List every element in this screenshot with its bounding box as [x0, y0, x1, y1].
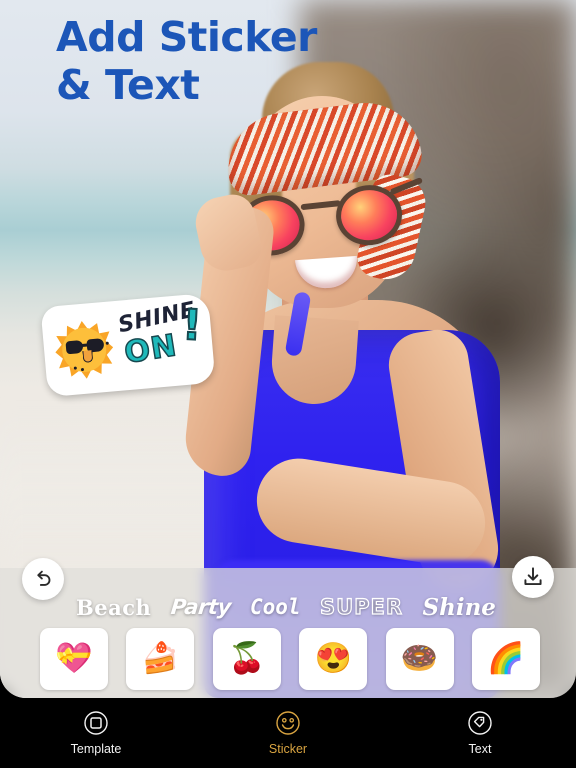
sticker-picker-row[interactable]: 💝 🍰 🍒 😍 🍩 🌈: [40, 628, 540, 690]
smiley-face-icon: [276, 711, 300, 735]
nav-item-sticker[interactable]: Sticker: [192, 710, 384, 756]
undo-button[interactable]: [22, 558, 64, 600]
undo-arrow-icon: [37, 570, 51, 586]
sticker-exclamation: !: [180, 299, 204, 351]
sun-lens-bridge: [81, 343, 89, 348]
sticker-item-cake-slice[interactable]: 🍰: [126, 628, 195, 690]
sun-lens-left: [65, 339, 84, 355]
text-style-beach[interactable]: Beach: [76, 595, 151, 620]
sticker-item-doughnut[interactable]: 🍩: [385, 628, 454, 690]
sticker-item-cherries[interactable]: 🍒: [212, 628, 281, 690]
nav-item-template[interactable]: Template: [0, 710, 192, 756]
text-style-row: Beach Party Cool SUPER Shine: [76, 590, 496, 624]
download-icon: [524, 567, 542, 586]
sticker-item-smiling-face-with-hearts[interactable]: 😍: [299, 628, 368, 690]
sticker-item-heart-with-ribbon[interactable]: 💝: [40, 628, 108, 690]
text-style-party[interactable]: Party: [169, 595, 231, 619]
app-root: SHINE ON ! Beach Party Cool SUPER Shine …: [0, 0, 576, 768]
nav-label-template: Template: [70, 742, 122, 756]
text-style-super[interactable]: SUPER: [319, 594, 403, 619]
editor-panel: Beach Party Cool SUPER Shine 💝 🍰 🍒 😍 🍩 🌈: [0, 556, 576, 698]
sticker-item-rainbow[interactable]: 🌈: [471, 628, 540, 690]
glasses-bridge: [300, 200, 341, 211]
nav-item-text[interactable]: Text: [384, 710, 576, 756]
bottom-navigation: Template Sticker Text: [0, 698, 576, 768]
nav-label-text: Text: [468, 742, 492, 756]
save-button[interactable]: [512, 556, 554, 598]
square-frame-icon: [84, 711, 108, 735]
sun-icon: [47, 313, 121, 387]
tag-label-icon: [468, 711, 492, 735]
placed-sticker-shine-on[interactable]: SHINE ON !: [40, 292, 216, 398]
nav-label-sticker: Sticker: [268, 742, 308, 756]
text-style-shine[interactable]: Shine: [423, 594, 496, 621]
page-title: Add Sticker & Text: [56, 13, 317, 109]
text-style-cool[interactable]: Cool: [250, 595, 301, 619]
